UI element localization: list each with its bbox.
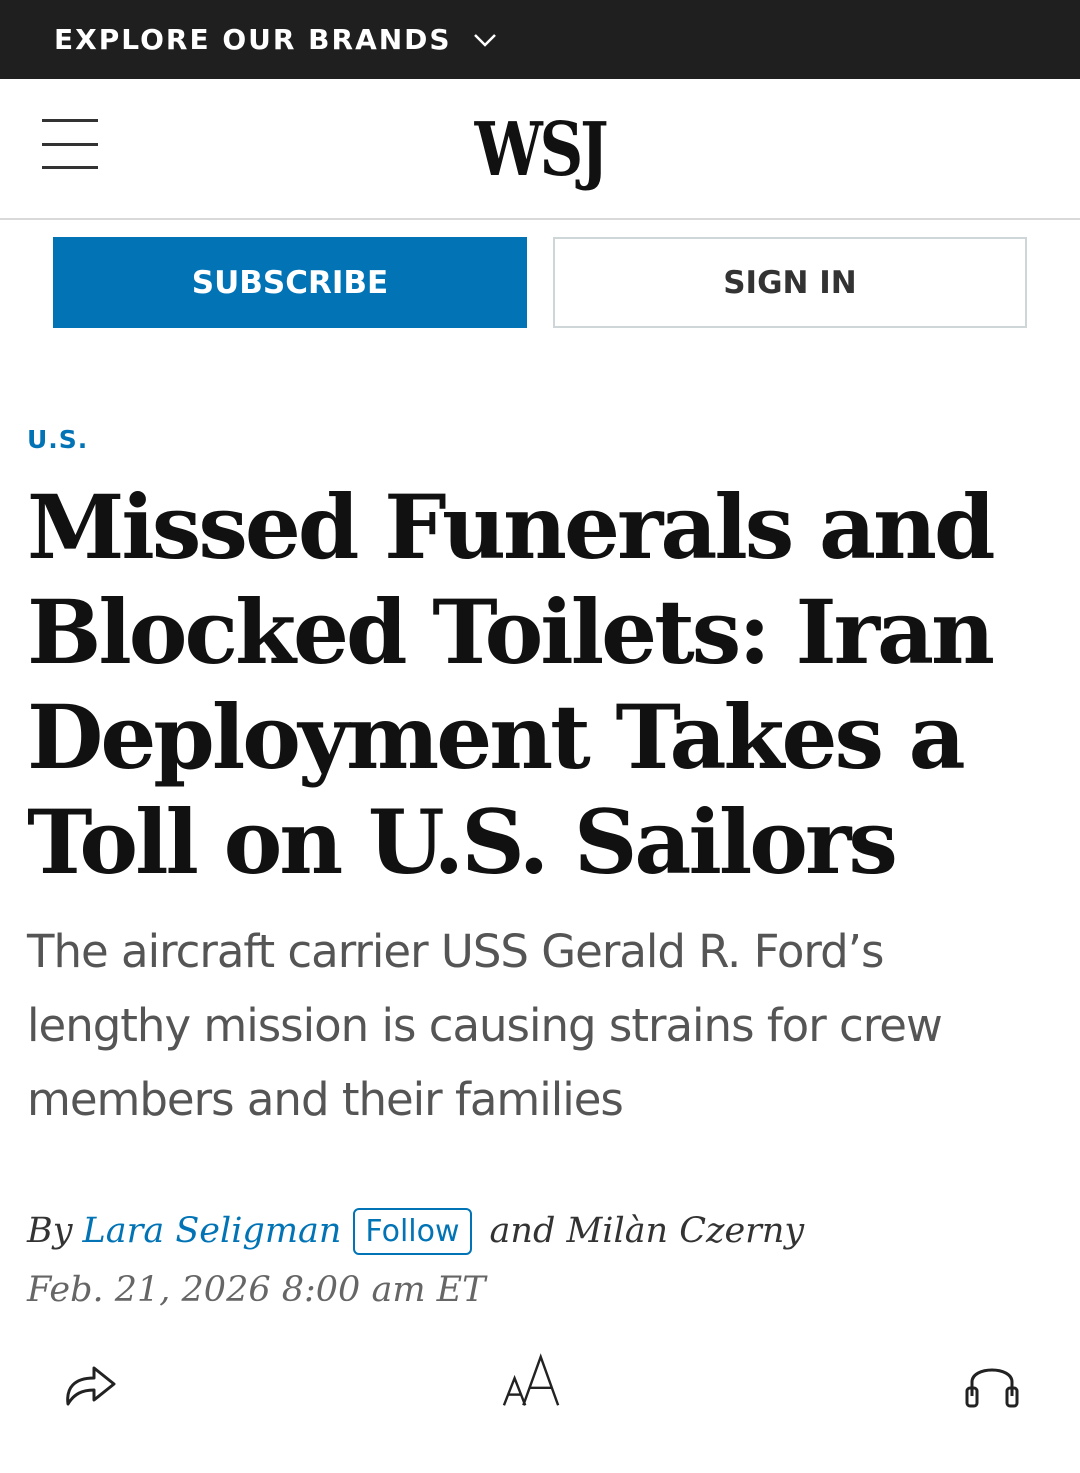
masthead: WSJ <box>0 79 1080 220</box>
wsj-logo[interactable]: WSJ <box>97 107 983 193</box>
text-size-icon[interactable] <box>502 1352 562 1414</box>
byline: By Lara Seligman Follow and Milàn Czerny <box>27 1205 804 1257</box>
section-label[interactable]: U.S. <box>27 425 88 454</box>
explore-brands-label: EXPLORE OUR BRANDS <box>54 23 452 56</box>
chevron-down-icon <box>473 33 496 47</box>
subscribe-button[interactable]: SUBSCRIBE <box>53 237 527 328</box>
co-author: and Milàn Czerny <box>489 1211 805 1251</box>
article-headline: Missed Funerals and Blocked Toilets: Ira… <box>27 475 995 894</box>
menu-line <box>42 166 98 169</box>
menu-line <box>42 119 98 122</box>
byline-by: By <box>27 1211 73 1251</box>
article-timestamp: Feb. 21, 2026 8:00 am ET <box>27 1270 486 1310</box>
article-dek: The aircraft carrier USS Gerald R. Ford’… <box>27 925 943 1126</box>
follow-button[interactable]: Follow <box>353 1207 472 1255</box>
author-link-lara-seligman[interactable]: Lara Seligman <box>83 1211 342 1251</box>
menu-line <box>42 142 98 146</box>
headphones-icon[interactable] <box>962 1352 1022 1414</box>
hamburger-menu-icon[interactable] <box>42 119 98 169</box>
share-icon[interactable] <box>60 1352 120 1414</box>
sign-in-button[interactable]: SIGN IN <box>553 237 1027 328</box>
explore-brands-bar[interactable]: EXPLORE OUR BRANDS <box>0 0 1080 79</box>
